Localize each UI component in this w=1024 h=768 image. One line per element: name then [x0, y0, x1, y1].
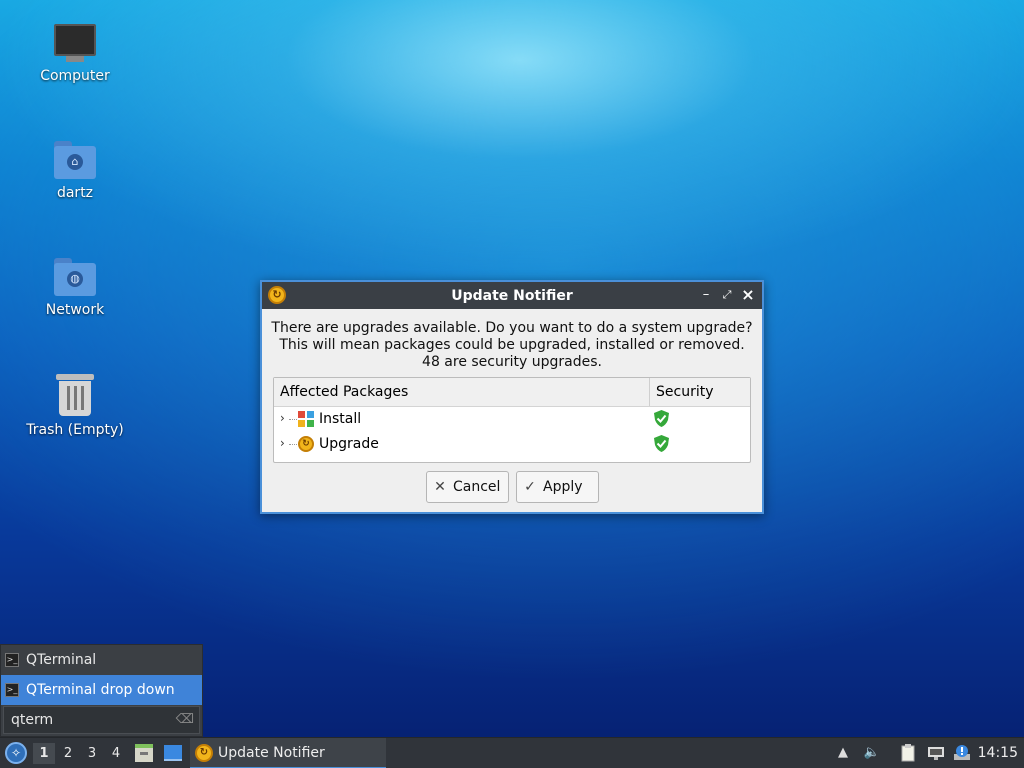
launcher-item-qterminal[interactable]: >_ QTerminal: [1, 645, 202, 675]
shield-check-icon: [654, 410, 669, 427]
network-icon[interactable]: [927, 744, 945, 762]
row-name: Upgrade: [319, 436, 379, 452]
cancel-button[interactable]: ✕ Cancel: [426, 471, 509, 503]
workspace-3[interactable]: 3: [81, 743, 103, 764]
message-line: There are upgrades available. Do you wan…: [271, 320, 753, 336]
tree-line: [289, 419, 297, 420]
launcher-search-input[interactable]: qterm ⌫: [3, 706, 200, 734]
shield-check-icon: [654, 435, 669, 452]
launcher-item-label: QTerminal: [26, 652, 97, 668]
update-notifier-task-icon: ↻: [195, 743, 213, 762]
desktop-icon-home[interactable]: ⌂ dartz: [20, 141, 130, 201]
file-manager-icon[interactable]: [134, 744, 154, 762]
row-name: Install: [319, 411, 362, 427]
checkmark-icon: ✓: [524, 479, 536, 495]
clipboard-icon[interactable]: [899, 744, 917, 762]
launcher-item-qterminal-drop-down[interactable]: >_ QTerminal drop down: [1, 675, 202, 705]
update-notification-icon[interactable]: [953, 744, 971, 762]
table-header: Affected Packages Security: [274, 378, 750, 407]
expand-chevron-icon[interactable]: ›: [280, 436, 285, 450]
update-notifier-dialog: ↻ Update Notifier – ⤢ × There are upgrad…: [260, 280, 764, 514]
app-launcher-popup: >_ QTerminal >_ QTerminal drop down qter…: [0, 644, 203, 737]
computer-icon: [54, 24, 96, 62]
task-label: Update Notifier: [218, 744, 325, 761]
packages-table: Affected Packages Security › Install › ↻…: [273, 377, 751, 463]
workspace-4[interactable]: 4: [105, 743, 127, 764]
maximize-icon[interactable]: ⤢: [717, 285, 737, 305]
apply-button[interactable]: ✓ Apply: [516, 471, 599, 503]
table-row[interactable]: › Install: [274, 407, 750, 432]
terminal-icon: >_: [5, 653, 19, 667]
desktop-icon-network[interactable]: ◍ Network: [20, 258, 130, 318]
apply-button-label: Apply: [543, 479, 583, 495]
show-desktop-icon[interactable]: [163, 744, 183, 762]
taskbar: ✧ 1 2 3 4 ↻ Update Notifier ▲ 🔈 14:15: [0, 737, 1024, 768]
workspace-2[interactable]: 2: [57, 743, 79, 764]
clear-input-icon[interactable]: ⌫: [176, 707, 194, 733]
volume-icon[interactable]: 🔈: [863, 744, 881, 762]
terminal-icon: >_: [5, 683, 19, 697]
table-row[interactable]: › ↻ Upgrade: [274, 432, 750, 457]
desktop-icon-label: Trash (Empty): [26, 422, 124, 438]
expand-chevron-icon[interactable]: ›: [280, 411, 285, 425]
desktop-icon-label: dartz: [56, 185, 94, 201]
dialog-titlebar[interactable]: ↻ Update Notifier – ⤢ ×: [262, 282, 762, 309]
tray-arrow-icon[interactable]: ▲: [834, 744, 852, 762]
tree-line: [289, 444, 297, 445]
column-header-affected-packages[interactable]: Affected Packages: [274, 378, 650, 406]
package-icon: [298, 411, 314, 427]
home-folder-icon: ⌂: [54, 141, 96, 179]
cancel-button-label: Cancel: [453, 479, 501, 495]
upgrade-icon: ↻: [298, 436, 314, 452]
trash-icon: [56, 374, 94, 416]
workspace-1[interactable]: 1: [33, 743, 55, 764]
launcher-item-label: QTerminal drop down: [26, 682, 175, 698]
update-notifier-app-icon: ↻: [268, 286, 286, 304]
network-folder-icon: ◍: [54, 258, 96, 296]
message-line: This will mean packages could be upgrade…: [279, 337, 745, 353]
desktop-icon-trash[interactable]: Trash (Empty): [20, 374, 130, 438]
dialog-message: There are upgrades available. Do you wan…: [262, 320, 762, 371]
column-header-security[interactable]: Security: [650, 378, 714, 406]
main-menu-icon[interactable]: ✧: [5, 742, 27, 764]
clock[interactable]: 14:15: [978, 738, 1018, 768]
taskbar-task-update-notifier[interactable]: ↻ Update Notifier: [190, 738, 386, 768]
cancel-x-icon: ✕: [434, 479, 446, 495]
search-value: qterm: [11, 712, 54, 728]
close-icon[interactable]: ×: [738, 285, 758, 305]
desktop-icon-computer[interactable]: Computer: [20, 24, 130, 84]
message-line: 48 are security upgrades.: [422, 354, 602, 370]
desktop-icon-label: Computer: [40, 68, 110, 84]
minimize-icon[interactable]: –: [696, 285, 716, 305]
desktop-icon-label: Network: [45, 302, 105, 318]
dialog-title: Update Notifier: [451, 287, 573, 304]
